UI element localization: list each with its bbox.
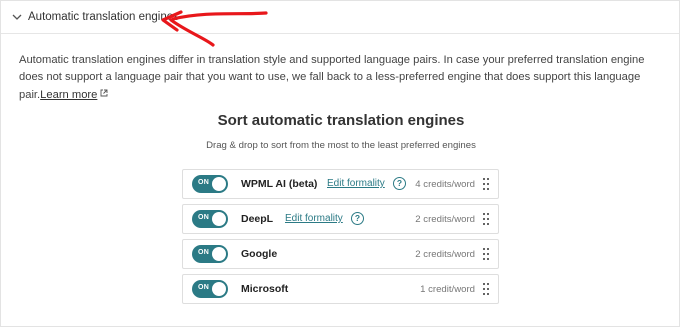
- translation-engines-panel: Automatic translation engines Automatic …: [0, 0, 680, 327]
- drag-handle-icon[interactable]: [483, 283, 489, 295]
- engine-name: Google: [241, 248, 278, 260]
- toggle-label: ON: [198, 214, 210, 221]
- credits-per-word: 4 credits/word: [415, 179, 475, 190]
- engine-row-wpml-ai[interactable]: ON WPML AI (beta) Edit formality ? 4 cre…: [182, 169, 499, 199]
- drag-handle-icon[interactable]: [483, 178, 489, 190]
- toggle-knob: [212, 212, 226, 226]
- help-icon[interactable]: ?: [393, 177, 406, 190]
- engine-toggle[interactable]: ON: [192, 210, 228, 228]
- engine-name: Microsoft: [241, 283, 289, 295]
- external-link-icon: [100, 86, 108, 103]
- engine-row-microsoft[interactable]: ON Microsoft 1 credit/word: [182, 274, 499, 304]
- toggle-knob: [212, 247, 226, 261]
- description-text: Automatic translation engines differ in …: [19, 54, 645, 101]
- toggle-label: ON: [198, 179, 210, 186]
- credits-per-word: 1 credit/word: [420, 284, 475, 295]
- sort-title: Sort automatic translation engines: [217, 112, 465, 129]
- chevron-down-icon: [11, 11, 23, 23]
- engine-name: DeepL: [241, 213, 274, 225]
- engine-name: WPML AI (beta): [241, 178, 318, 190]
- edit-formality-link[interactable]: Edit formality: [285, 213, 343, 224]
- engine-toggle[interactable]: ON: [192, 245, 228, 263]
- credits-per-word: 2 credits/word: [415, 214, 475, 225]
- learn-more-link[interactable]: Learn more: [40, 89, 97, 101]
- drag-handle-icon[interactable]: [483, 213, 489, 225]
- toggle-knob: [212, 282, 226, 296]
- engine-row-google[interactable]: ON Google 2 credits/word: [182, 239, 499, 269]
- section-header-toggle[interactable]: Automatic translation engines: [1, 1, 679, 34]
- toggle-label: ON: [198, 249, 210, 256]
- toggle-knob: [212, 177, 226, 191]
- sort-subtitle: Drag & drop to sort from the most to the…: [206, 140, 476, 151]
- credits-per-word: 2 credits/word: [415, 249, 475, 260]
- engine-row-deepl[interactable]: ON DeepL Edit formality ? 2 credits/word: [182, 204, 499, 234]
- toggle-label: ON: [198, 284, 210, 291]
- section-title: Automatic translation engines: [28, 11, 179, 23]
- help-icon[interactable]: ?: [351, 212, 364, 225]
- engine-list: ON WPML AI (beta) Edit formality ? 4 cre…: [182, 169, 499, 309]
- drag-handle-icon[interactable]: [483, 248, 489, 260]
- edit-formality-link[interactable]: Edit formality: [327, 178, 385, 189]
- engine-toggle[interactable]: ON: [192, 175, 228, 193]
- engine-toggle[interactable]: ON: [192, 280, 228, 298]
- description: Automatic translation engines differ in …: [19, 52, 665, 104]
